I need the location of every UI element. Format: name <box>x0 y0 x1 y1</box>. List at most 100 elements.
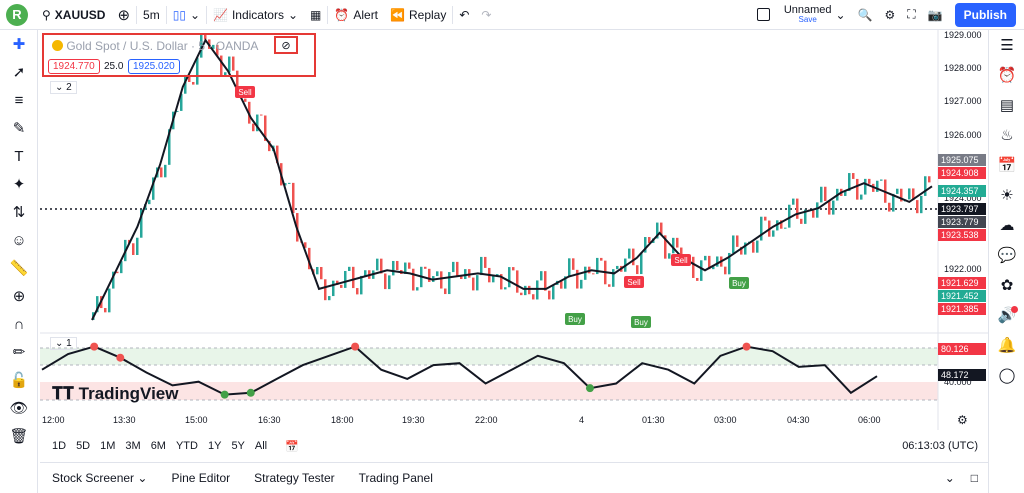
quick-search-button[interactable]: 🔍 <box>852 0 879 30</box>
price-tag: 1925.075 <box>938 154 986 166</box>
timeframe-1d[interactable]: 1D <box>52 440 66 452</box>
eye-icon[interactable]: 👁 <box>0 394 38 422</box>
price-tag: 1923.797 <box>938 203 986 215</box>
help-icon[interactable]: ◯ <box>989 360 1024 390</box>
watchlist-icon[interactable]: ☰ <box>989 30 1024 60</box>
zoom-in-icon[interactable]: ⊕ <box>0 282 38 310</box>
price-tag: 1923.779 <box>938 216 986 228</box>
signal-buy[interactable]: Buy <box>565 313 585 325</box>
candle <box>320 266 323 280</box>
candle <box>412 268 415 291</box>
timeframe-all[interactable]: All <box>255 440 267 452</box>
notifications-icon[interactable]: 🔊 <box>989 300 1024 330</box>
timeframe-1m[interactable]: 1M <box>100 440 115 452</box>
symbol-legend[interactable]: Gold Spot / U.S. Dollar · 5 · OANDA ⊘ 19… <box>42 33 316 77</box>
candle <box>408 262 411 269</box>
osc-collapse[interactable]: ⌄ 1 <box>50 337 77 350</box>
drawing-toolbar: ✚ ➚ ≡ ✎ T ✦ ⇅ ☺ 📏 ⊕ ∩ ✏ 🔓 👁 🗑 <box>0 30 38 493</box>
candle <box>916 200 919 214</box>
text-icon[interactable]: T <box>0 142 38 170</box>
calendar-icon[interactable]: 📅 <box>989 150 1024 180</box>
broadcast-icon[interactable]: ✿ <box>989 270 1024 300</box>
chart-type-button[interactable]: ▯▯ ⌄ <box>167 0 206 30</box>
emoji-icon[interactable]: ☺ <box>0 226 38 254</box>
ask-price[interactable]: 1925.020 <box>128 59 180 74</box>
chevron-down-icon: ⌄ <box>55 82 64 93</box>
candle <box>864 178 867 195</box>
axis-settings-icon[interactable]: ⚙ <box>957 413 968 427</box>
bottom-tab[interactable]: Strategy Tester <box>242 471 346 485</box>
signal-sell[interactable]: Sell <box>624 276 644 288</box>
templates-button[interactable]: ▦ <box>304 0 327 30</box>
prediction-icon[interactable]: ⇅ <box>0 198 38 226</box>
interval-button[interactable]: 5m <box>137 0 166 30</box>
ideas-lightbulb-icon[interactable]: ☀ <box>989 180 1024 210</box>
ruler-icon[interactable]: 📏 <box>0 254 38 282</box>
candle <box>520 292 523 296</box>
layout-button[interactable]: Unnamed Save ⌄ <box>751 0 852 30</box>
bid-price[interactable]: 1924.770 <box>48 59 100 74</box>
bottom-tab[interactable]: Pine Editor <box>159 471 242 485</box>
brush-icon[interactable]: ✎ <box>0 114 38 142</box>
collapse-panel-icon[interactable]: ⌄ <box>939 471 961 485</box>
snapshot-button[interactable]: 📷 <box>922 0 949 30</box>
signal-buy[interactable]: Buy <box>729 277 749 289</box>
streams-icon[interactable]: ☁ <box>989 210 1024 240</box>
signal-sell[interactable]: Sell <box>671 254 691 266</box>
timeframe-1y[interactable]: 1Y <box>208 440 221 452</box>
timeframe-5d[interactable]: 5D <box>76 440 90 452</box>
candle <box>668 253 671 259</box>
candle <box>824 186 827 202</box>
hotlist-fire-icon[interactable]: ♨ <box>989 120 1024 150</box>
compare-button[interactable]: ⊕ <box>111 0 136 30</box>
chart-canvas[interactable]: Sell Sell Sell Buy Buy Buy <box>40 30 988 430</box>
indicators-collapse[interactable]: ⌄ 2 <box>50 81 77 94</box>
clock-label[interactable]: 06:13:03 (UTC) <box>902 440 988 452</box>
alarm-clock-icon[interactable]: ⏰ <box>989 60 1024 90</box>
lock-icon[interactable]: 🔓 <box>0 366 38 394</box>
timeframe-5y[interactable]: 5Y <box>231 440 244 452</box>
timeframe-3m[interactable]: 3M <box>125 440 140 452</box>
user-avatar[interactable]: R <box>6 3 28 26</box>
legend-title: Gold Spot / U.S. Dollar · 5 · OANDA <box>52 39 258 53</box>
timeframe-ytd[interactable]: YTD <box>176 440 198 452</box>
fullscreen-button[interactable]: ⛶ <box>901 0 921 30</box>
chat-icon[interactable]: 💬 <box>989 240 1024 270</box>
undo-button[interactable]: ↶ <box>453 0 475 30</box>
bottom-tab[interactable]: Trading Panel <box>347 471 445 485</box>
indicators-button[interactable]: 📈 Indicators ⌄ <box>207 0 304 30</box>
candle <box>416 287 419 291</box>
pattern-icon[interactable]: ✦ <box>0 170 38 198</box>
magnet-icon[interactable]: ∩ <box>0 310 38 338</box>
data-window-icon[interactable]: ▤ <box>989 90 1024 120</box>
fib-icon[interactable]: ≡ <box>0 86 38 114</box>
candle <box>540 271 543 281</box>
indicators-icon: 📈 <box>213 7 228 22</box>
hide-eye-button[interactable]: ⊘ <box>274 36 298 54</box>
signal-sell[interactable]: Sell <box>235 86 255 98</box>
timeframe-6m[interactable]: 6M <box>151 440 166 452</box>
candle <box>528 285 531 295</box>
trendline-icon[interactable]: ➚ <box>0 58 38 86</box>
maximize-panel-icon[interactable]: □ <box>961 471 988 485</box>
symbol-search[interactable]: ⚲ XAUUSD <box>36 0 111 30</box>
candle <box>832 200 835 215</box>
candle <box>924 176 927 196</box>
lock-pencil-icon[interactable]: ✏ <box>0 338 38 366</box>
redo-button[interactable]: ↷ <box>475 0 497 30</box>
bell-icon[interactable]: 🔔 <box>989 330 1024 360</box>
publish-button[interactable]: Publish <box>954 2 1016 27</box>
bottom-tab[interactable]: Stock Screener ⌄ <box>40 471 159 485</box>
crosshair-icon[interactable]: ✚ <box>0 30 38 58</box>
trash-icon[interactable]: 🗑 <box>0 422 38 450</box>
alert-button[interactable]: ⏰ Alert <box>328 0 384 30</box>
osc-signal-dot <box>585 384 594 393</box>
candle <box>784 227 787 229</box>
goto-date-icon[interactable]: 📅 <box>285 440 299 453</box>
replay-button[interactable]: ⏪ Replay <box>384 0 452 30</box>
settings-button[interactable]: ⚙ <box>879 0 902 30</box>
signal-buy[interactable]: Buy <box>631 316 651 328</box>
price-tag: 1923.538 <box>938 229 986 241</box>
candle <box>628 248 631 259</box>
candle <box>376 258 379 271</box>
